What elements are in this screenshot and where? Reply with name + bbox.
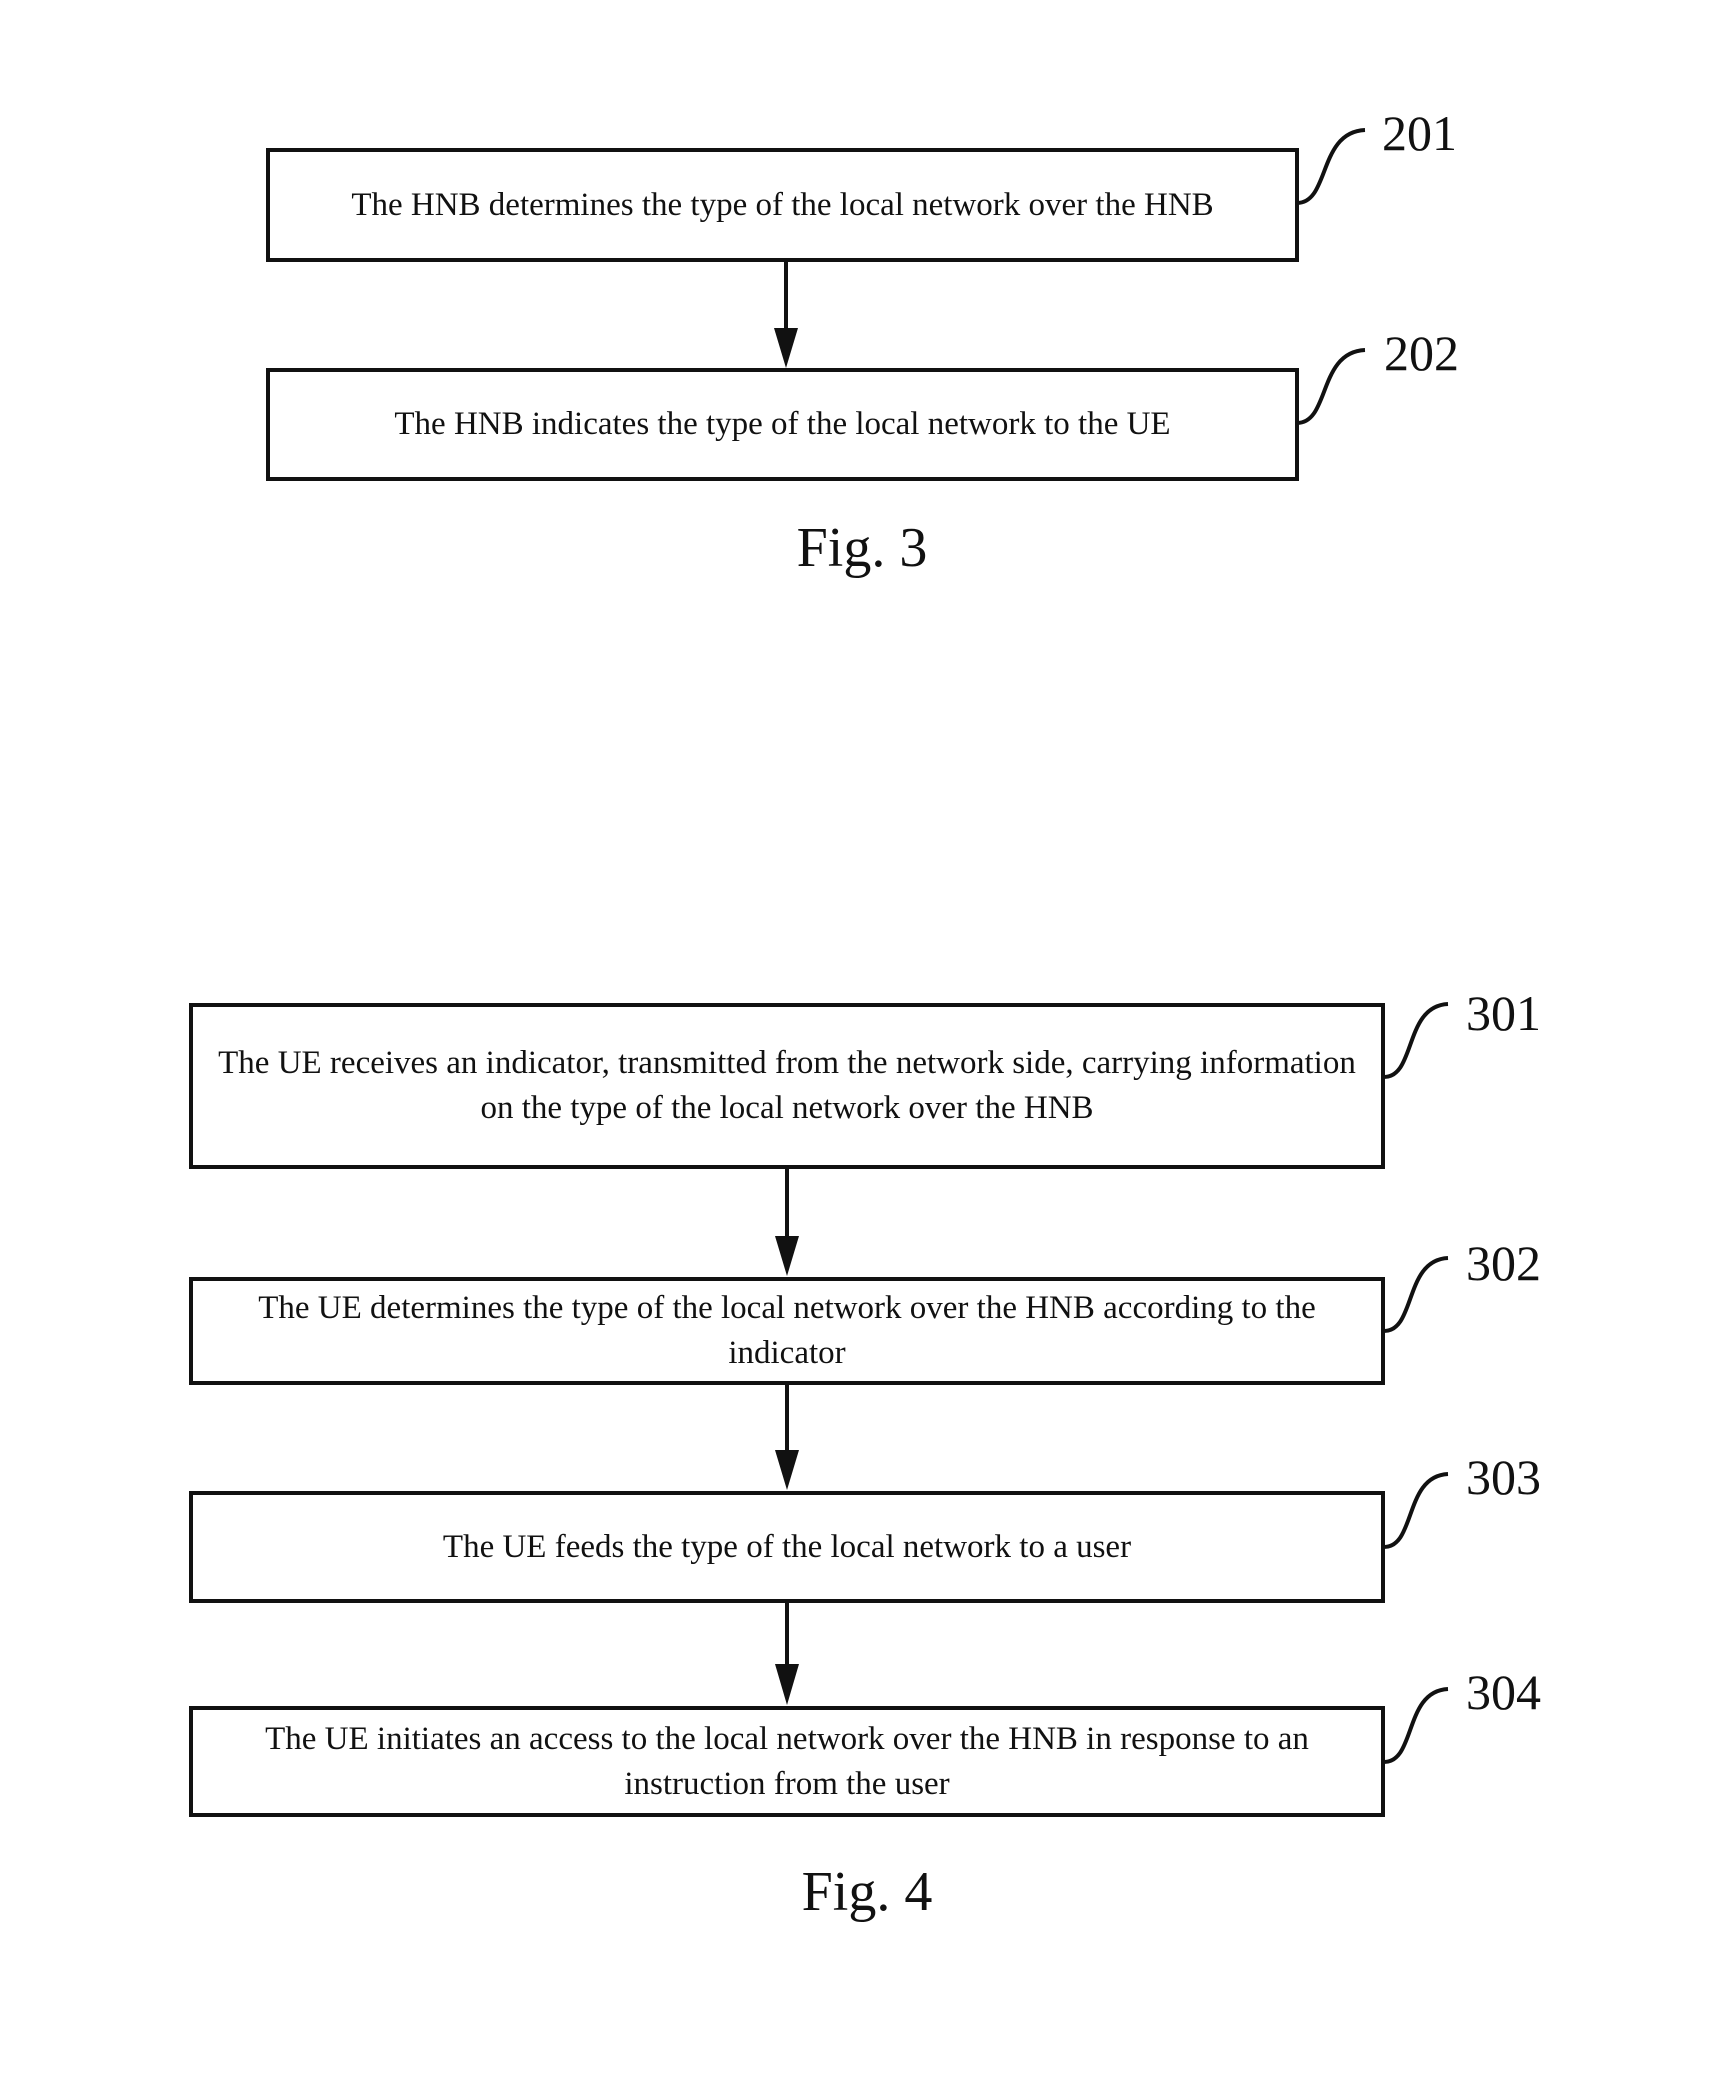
step-202-ref: 202 <box>1384 325 1459 381</box>
ref-leader-301 <box>1383 1002 1449 1079</box>
step-201-ref: 201 <box>1382 105 1457 161</box>
step-304-ref: 304 <box>1466 1664 1541 1720</box>
figure-4-caption: Fig. 4 <box>801 1861 933 1923</box>
arrow-303-to-304 <box>775 1602 799 1705</box>
ref-leader-303 <box>1383 1472 1449 1549</box>
step-302-text: The UE determines the type of the local … <box>258 1290 1316 1371</box>
step-304-text: The UE initiates an access to the local … <box>265 1720 1309 1802</box>
step-201-box: The HNB determines the type of the local… <box>266 148 1299 262</box>
step-202-box: The HNB indicates the type of the local … <box>266 368 1299 481</box>
step-301-ref: 301 <box>1466 985 1541 1041</box>
ref-leader-201 <box>1296 128 1366 205</box>
step-302-box: The UE determines the type of the local … <box>189 1277 1385 1385</box>
step-202-text: The HNB indicates the type of the local … <box>394 406 1171 442</box>
step-303-box: The UE feeds the type of the local netwo… <box>189 1491 1385 1603</box>
step-304-box: The UE initiates an access to the local … <box>189 1706 1385 1817</box>
ref-leader-302 <box>1383 1256 1449 1333</box>
step-201-text: The HNB determines the type of the local… <box>351 186 1214 223</box>
step-301-text: The UE receives an indicator, transmitte… <box>218 1045 1356 1126</box>
step-303-ref: 303 <box>1466 1449 1541 1505</box>
figure-3-caption: Fig. 3 <box>796 517 928 579</box>
arrow-301-to-302 <box>775 1168 799 1276</box>
ref-leader-202 <box>1296 348 1366 425</box>
step-302-ref: 302 <box>1466 1235 1541 1291</box>
step-303-text: The UE feeds the type of the local netwo… <box>442 1528 1132 1565</box>
step-301-box: The UE receives an indicator, transmitte… <box>189 1003 1385 1169</box>
arrow-201-to-202 <box>774 262 798 368</box>
arrow-302-to-303 <box>775 1384 799 1490</box>
ref-leader-304 <box>1383 1687 1449 1764</box>
